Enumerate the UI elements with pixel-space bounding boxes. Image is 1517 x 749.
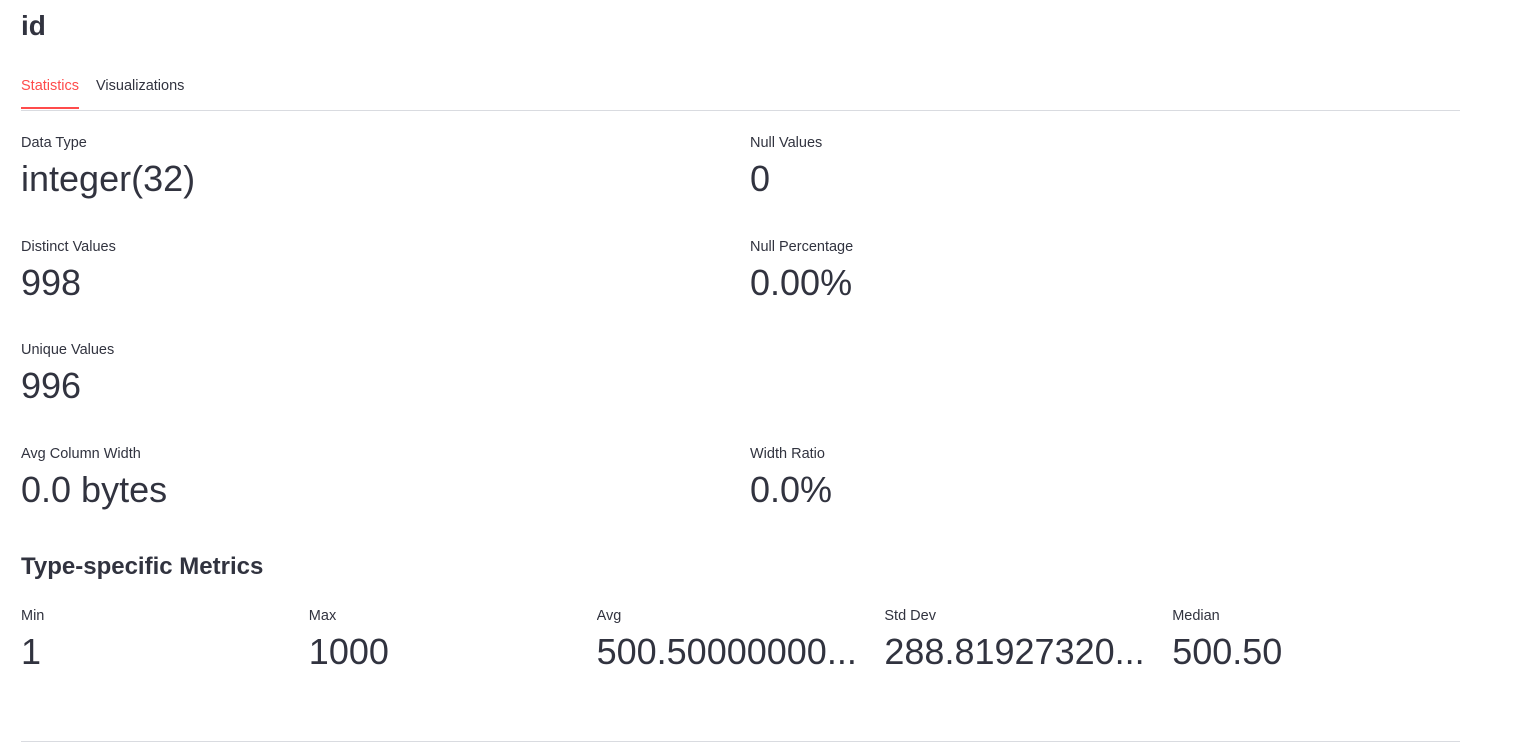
metric-median: Median 500.50 bbox=[1172, 607, 1460, 675]
type-specific-metrics: Min 1 Max 1000 Avg 500.50000000... Std D… bbox=[21, 607, 1460, 675]
metric-label: Width Ratio bbox=[750, 446, 825, 462]
metric-label: Null Percentage bbox=[750, 239, 854, 255]
metric-label: Null Values bbox=[750, 135, 823, 151]
metric-value: 1 bbox=[21, 631, 42, 672]
tab-statistics[interactable]: Statistics bbox=[21, 72, 80, 109]
metric-min: Min 1 bbox=[21, 607, 309, 675]
metric-data-type: Data Type integer(32) bbox=[21, 134, 195, 202]
metric-value: 500.50 bbox=[1172, 631, 1283, 672]
metric-label: Median bbox=[1172, 608, 1220, 624]
metric-value: 500.50000000... bbox=[596, 631, 857, 672]
metric-label: Distinct Values bbox=[21, 239, 116, 255]
metric-unique-values: Unique Values 996 bbox=[21, 341, 114, 409]
divider bbox=[21, 741, 1460, 742]
metric-value: 0.00% bbox=[750, 262, 853, 303]
metric-value: 288.81927320... bbox=[884, 631, 1145, 672]
column-stats-page: id Statistics Visualizations Data Type i… bbox=[21, 0, 1460, 749]
tab-bar: Statistics Visualizations bbox=[21, 72, 1460, 111]
metric-label: Unique Values bbox=[21, 342, 115, 358]
metric-max: Max 1000 bbox=[309, 607, 597, 675]
metric-label: Avg bbox=[596, 608, 622, 624]
metric-avg-column-width: Avg Column Width 0.0 bytes bbox=[21, 445, 167, 513]
metric-value: 0 bbox=[750, 158, 771, 199]
metric-distinct-values: Distinct Values 998 bbox=[21, 238, 116, 306]
metric-value: integer(32) bbox=[21, 158, 196, 199]
metric-std-dev: Std Dev 288.81927320... bbox=[884, 607, 1172, 675]
metric-null-percentage: Null Percentage 0.00% bbox=[750, 238, 853, 306]
metric-value: 0.0% bbox=[750, 469, 833, 510]
section-heading-type-specific: Type-specific Metrics bbox=[21, 553, 264, 580]
metric-label: Data Type bbox=[21, 135, 87, 151]
tab-visualizations[interactable]: Visualizations bbox=[96, 72, 184, 108]
page-title: id bbox=[21, 10, 46, 41]
metric-avg: Avg 500.50000000... bbox=[597, 607, 885, 675]
metric-label: Std Dev bbox=[884, 608, 936, 624]
metric-value: 996 bbox=[21, 365, 82, 406]
metric-null-values: Null Values 0 bbox=[750, 134, 822, 202]
metric-width-ratio: Width Ratio 0.0% bbox=[750, 445, 832, 513]
metric-label: Avg Column Width bbox=[21, 446, 141, 462]
metric-value: 998 bbox=[21, 262, 82, 303]
metric-label: Max bbox=[308, 608, 337, 624]
metric-label: Min bbox=[21, 608, 45, 624]
metric-value: 1000 bbox=[308, 631, 389, 672]
metric-value: 0.0 bytes bbox=[21, 469, 168, 510]
